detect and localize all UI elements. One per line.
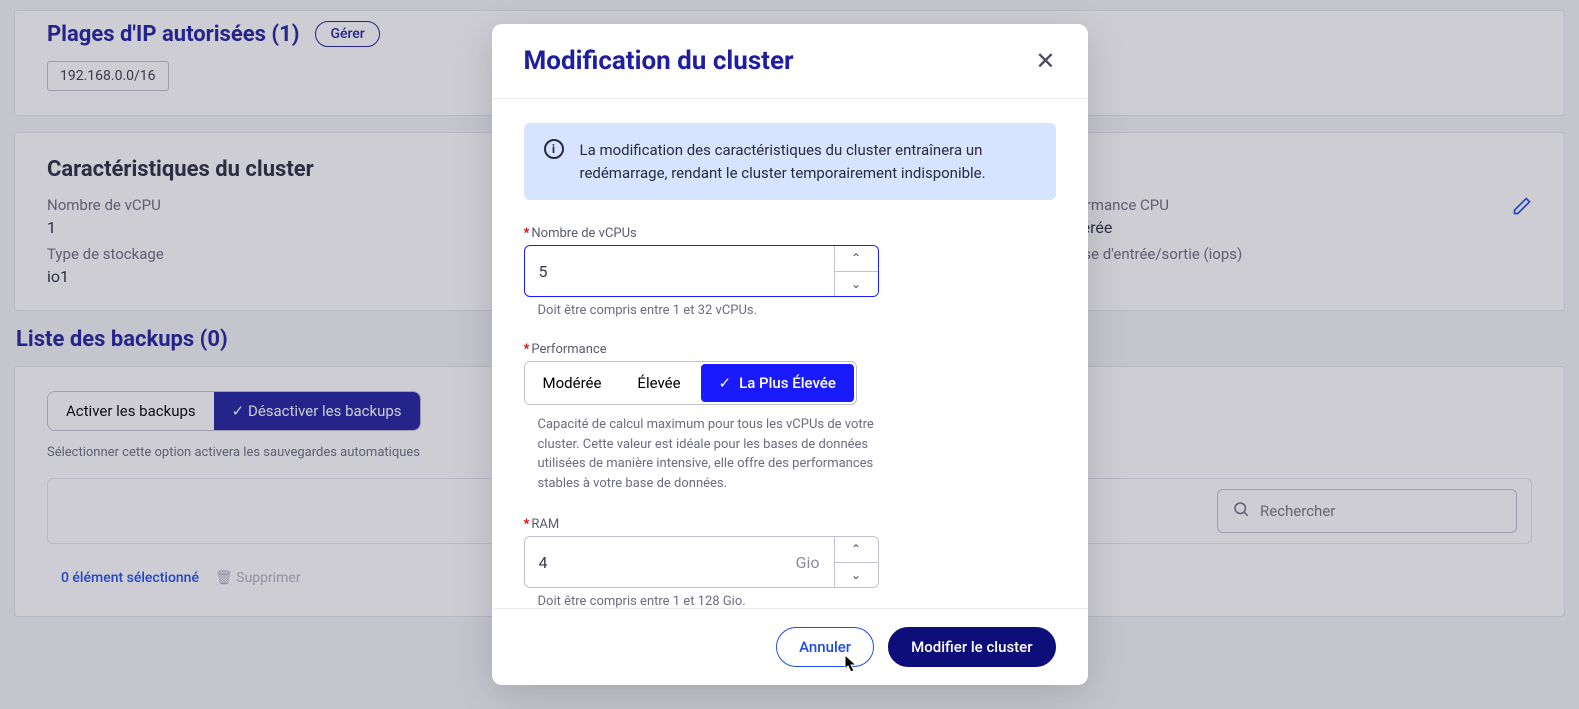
ram-field-label: RAM bbox=[531, 517, 559, 532]
perf-field-label: Performance bbox=[531, 342, 606, 357]
perf-max[interactable]: ✓ La Plus Élevée bbox=[701, 364, 854, 402]
ram-stepper[interactable]: 4 Gio ⌃ ⌄ bbox=[524, 536, 879, 588]
vcpu-decrement[interactable]: ⌄ bbox=[835, 271, 878, 297]
ram-unit: Gio bbox=[796, 553, 820, 572]
modal-title: Modification du cluster bbox=[524, 46, 794, 76]
ram-increment[interactable]: ⌃ bbox=[835, 537, 878, 562]
perf-help-text: Capacité de calcul maximum pour tous les… bbox=[538, 415, 878, 493]
chevron-up-icon: ⌃ bbox=[851, 542, 861, 556]
info-banner-text: La modification des caractéristiques du … bbox=[580, 139, 1036, 184]
vcpu-increment[interactable]: ⌃ bbox=[835, 246, 878, 271]
perf-max-label: La Plus Élevée bbox=[739, 374, 836, 392]
ram-input-value[interactable]: 4 bbox=[539, 553, 548, 572]
submit-button[interactable]: Modifier le cluster bbox=[888, 627, 1055, 667]
perf-high[interactable]: Élevée bbox=[619, 362, 698, 404]
vcpu-field-label: Nombre de vCPUs bbox=[531, 226, 636, 241]
modal-scrim: Modification du cluster ✕ i La modificat… bbox=[0, 0, 1579, 709]
vcpu-hint: Doit être compris entre 1 et 32 vCPUs. bbox=[538, 303, 1056, 318]
ram-decrement[interactable]: ⌄ bbox=[835, 562, 878, 588]
perf-moderate[interactable]: Modérée bbox=[525, 362, 620, 404]
check-icon: ✓ bbox=[719, 374, 732, 392]
chevron-up-icon: ⌃ bbox=[851, 251, 861, 265]
info-icon: i bbox=[544, 139, 564, 159]
vcpu-input-value[interactable]: 5 bbox=[539, 262, 548, 281]
ram-hint: Doit être compris entre 1 et 128 Gio. bbox=[538, 594, 1056, 608]
modify-cluster-modal: Modification du cluster ✕ i La modificat… bbox=[492, 24, 1088, 685]
performance-group: Modérée Élevée ✓ La Plus Élevée bbox=[524, 361, 857, 405]
info-banner: i La modification des caractéristiques d… bbox=[524, 123, 1056, 200]
chevron-down-icon: ⌄ bbox=[851, 277, 861, 291]
close-icon[interactable]: ✕ bbox=[1035, 47, 1055, 75]
cancel-button[interactable]: Annuler bbox=[776, 627, 874, 667]
chevron-down-icon: ⌄ bbox=[851, 568, 861, 582]
vcpu-stepper[interactable]: 5 ⌃ ⌄ bbox=[524, 245, 879, 297]
